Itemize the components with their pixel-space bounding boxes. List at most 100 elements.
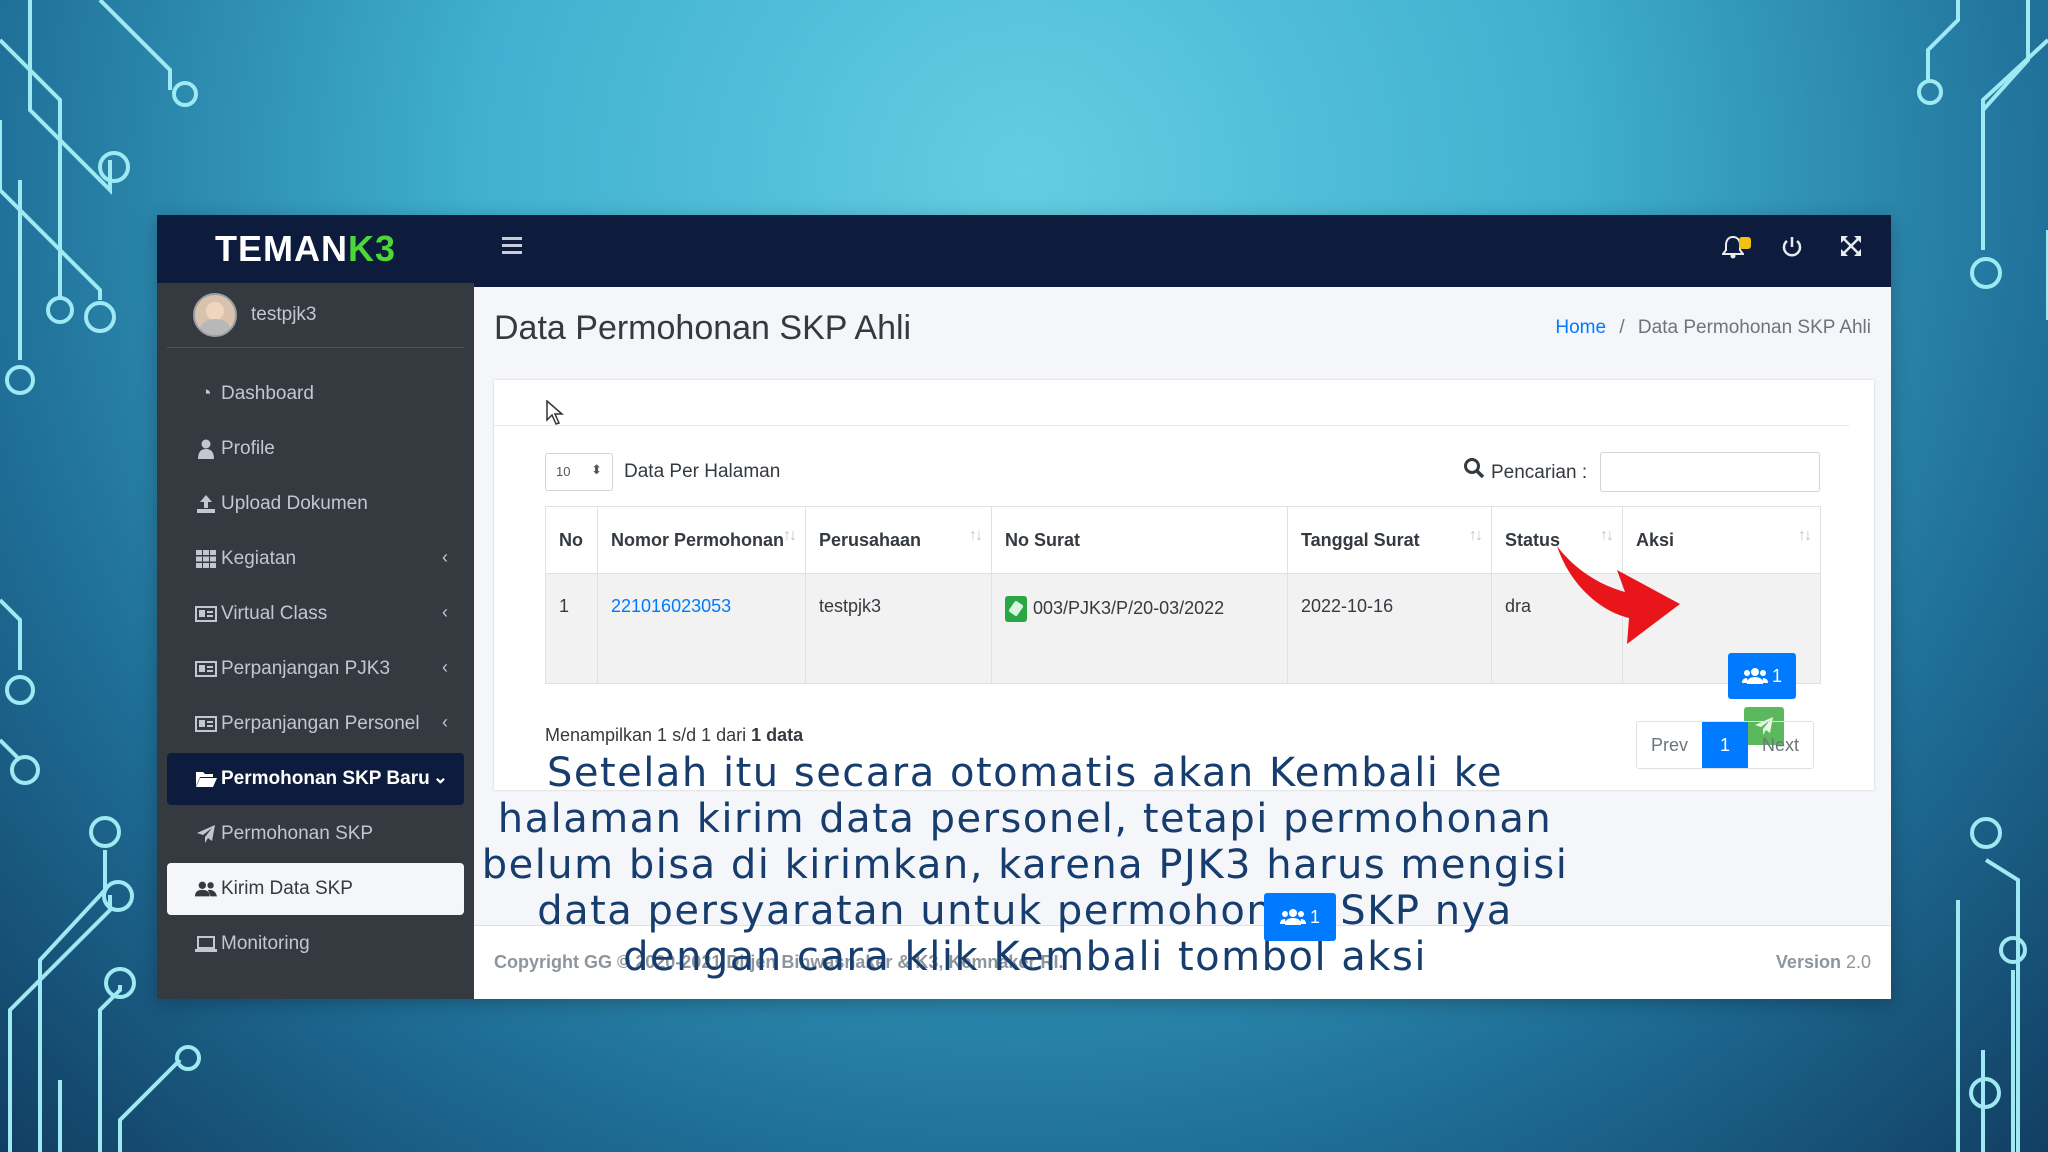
- sidebar-item-label: Virtual Class: [221, 603, 328, 624]
- sidebar: TEMAN K3 testpjk3 ◔ Dashboard Profile Upl…: [157, 215, 474, 999]
- column-header-nomor-permohonan[interactable]: Nomor Permohonan ↑↓: [597, 506, 806, 574]
- sidebar-item-permohonan-skp[interactable]: Permohonan SKP: [167, 808, 464, 860]
- caption-text: Setelah itu secara otomatis akan Kembali…: [481, 750, 1569, 980]
- breadcrumb-home-link[interactable]: Home: [1555, 317, 1606, 338]
- sidebar-item-label: Dashboard: [221, 383, 314, 404]
- folder-open-icon: [195, 768, 217, 790]
- sidebar-item-label: Permohonan SKP: [221, 823, 374, 844]
- fullscreen-icon[interactable]: [1840, 235, 1862, 264]
- brand-text-accent: K3: [348, 228, 397, 269]
- sort-icon: ↑↓: [783, 527, 797, 544]
- column-header-label: No Surat: [1005, 529, 1081, 550]
- column-header-perusahaan[interactable]: Perusahaan ↑↓: [805, 506, 992, 574]
- search-input[interactable]: [1600, 452, 1820, 492]
- dashboard-icon: ◔: [200, 383, 212, 404]
- cell-nomor-permohonan: 221016023053: [597, 573, 806, 684]
- users-icon: [1741, 668, 1768, 684]
- mouse-cursor-icon: [546, 399, 565, 432]
- column-header-label: Perusahaan: [819, 529, 922, 550]
- sidebar-item-virtual-class[interactable]: Virtual Class ‹: [167, 588, 464, 640]
- sort-icon: ↑↓: [1469, 527, 1483, 544]
- cell-no: 1: [545, 573, 598, 684]
- chevron-left-icon: ‹: [442, 712, 448, 732]
- top-navbar: [474, 215, 1891, 287]
- sidebar-item-label: Kirim Data SKP: [221, 878, 353, 899]
- sidebar-item-perpanjangan-personel[interactable]: Perpanjangan Personel ‹: [167, 698, 464, 750]
- table-info-count: 1 data: [751, 725, 804, 745]
- laptop-icon: [195, 933, 217, 955]
- personnel-action-button[interactable]: 1: [1728, 653, 1796, 699]
- column-header-no-surat[interactable]: No Surat: [991, 506, 1288, 574]
- page-length-value: 10: [556, 464, 571, 479]
- document-badge-icon[interactable]: [1005, 596, 1027, 622]
- chevron-left-icon: ‹: [442, 602, 448, 622]
- sidebar-item-monitoring[interactable]: Monitoring: [167, 918, 464, 970]
- column-header-tanggal-surat[interactable]: Tanggal Surat ↑↓: [1287, 506, 1492, 574]
- sort-icon: ↑↓: [969, 527, 983, 544]
- cell-tanggal-surat: 2022-10-16: [1287, 573, 1492, 684]
- pagination-page-button[interactable]: 1: [1702, 722, 1749, 768]
- page-length-select[interactable]: 10 ⬍: [545, 453, 613, 491]
- brand-logo[interactable]: TEMAN K3: [157, 215, 474, 283]
- users-icon: [1279, 909, 1306, 925]
- sidebar-item-kegiatan[interactable]: Kegiatan ‹: [167, 533, 464, 585]
- sidebar-item-label: Kegiatan: [221, 548, 297, 569]
- id-card-icon: [195, 603, 217, 625]
- pagination: Prev 1 Next: [1636, 721, 1815, 769]
- footer-version: Version 2.0: [1776, 952, 1871, 973]
- card-divider: [494, 425, 1849, 426]
- username: testpjk3: [251, 304, 317, 325]
- sidebar-item-label: Perpanjangan PJK3: [221, 658, 391, 679]
- red-arrow-annotation: [1557, 546, 1680, 644]
- id-card-icon: [195, 658, 217, 680]
- breadcrumb: Home / Data Permohonan SKP Ahli: [1555, 317, 1871, 339]
- sidebar-item-label: Upload Dokumen: [221, 493, 368, 514]
- sidebar-item-label: Permohonan SKP Baru: [221, 768, 430, 789]
- chevron-left-icon: ‹: [442, 547, 448, 567]
- sidebar-item-permohonan-skp-baru[interactable]: Permohonan SKP Baru ⌄: [167, 753, 464, 805]
- caption-action-button-icon: 1: [1264, 893, 1336, 941]
- sidebar-item-upload-dokumen[interactable]: Upload Dokumen: [167, 478, 464, 530]
- no-surat-text: 003/PJK3/P/20-03/2022: [1033, 597, 1225, 618]
- power-icon[interactable]: [1781, 235, 1803, 266]
- brand-text-main: TEMAN: [215, 228, 348, 269]
- notification-badge: [1739, 237, 1751, 249]
- chevron-left-icon: ‹: [442, 657, 448, 677]
- chevron-down-icon: ⌄: [432, 767, 448, 787]
- footer-version-number: 2.0: [1845, 952, 1871, 972]
- column-header-label: Nomor Permohonan: [611, 529, 785, 550]
- table-info: Menampilkan 1 s/d 1 dari 1 data: [545, 725, 803, 746]
- column-header-label: Status: [1505, 529, 1561, 550]
- sidebar-item-kirim-data-skp[interactable]: Kirim Data SKP: [167, 863, 464, 915]
- personnel-count: 1: [1771, 665, 1782, 686]
- cell-perusahaan: testpjk3: [805, 573, 992, 684]
- table-info-prefix: Menampilkan 1 s/d 1 dari: [545, 725, 752, 745]
- search-icon: [1463, 457, 1487, 481]
- cell-no-surat: 003/PJK3/P/20-03/2022: [991, 573, 1288, 684]
- sidebar-item-label: Perpanjangan Personel: [221, 713, 420, 734]
- pagination-next-button[interactable]: Next: [1748, 722, 1813, 768]
- user-icon: [195, 438, 217, 460]
- breadcrumb-current: Data Permohonan SKP Ahli: [1637, 317, 1871, 338]
- paper-plane-icon: [195, 823, 217, 845]
- id-card-icon: [195, 713, 217, 735]
- sidebar-item-profile[interactable]: Profile: [167, 423, 464, 475]
- users-icon: [195, 878, 217, 900]
- sidebar-item-perpanjangan-pjk3[interactable]: Perpanjangan PJK3 ‹: [167, 643, 464, 695]
- user-panel[interactable]: testpjk3: [167, 283, 464, 348]
- search-label: Pencarian :: [1491, 462, 1588, 483]
- column-header-no[interactable]: No: [545, 506, 598, 574]
- select-arrows-icon: ⬍: [591, 462, 602, 477]
- avatar: [193, 293, 237, 337]
- nomor-permohonan-link[interactable]: 221016023053: [611, 596, 731, 616]
- sidebar-item-dashboard[interactable]: ◔ Dashboard: [167, 368, 464, 420]
- column-header-label: Tanggal Surat: [1301, 529, 1420, 550]
- menu-toggle-icon[interactable]: [502, 237, 522, 255]
- breadcrumb-separator: /: [1619, 317, 1625, 338]
- sidebar-nav: ◔ Dashboard Profile Upload Dokumen Kegia…: [157, 368, 474, 970]
- page-title: Data Permohonan SKP Ahli: [494, 309, 912, 347]
- grid-icon: [195, 548, 217, 570]
- sidebar-item-label: Monitoring: [221, 933, 310, 954]
- pagination-prev-button[interactable]: Prev: [1637, 722, 1702, 768]
- page-length-label: Data Per Halaman: [624, 461, 781, 482]
